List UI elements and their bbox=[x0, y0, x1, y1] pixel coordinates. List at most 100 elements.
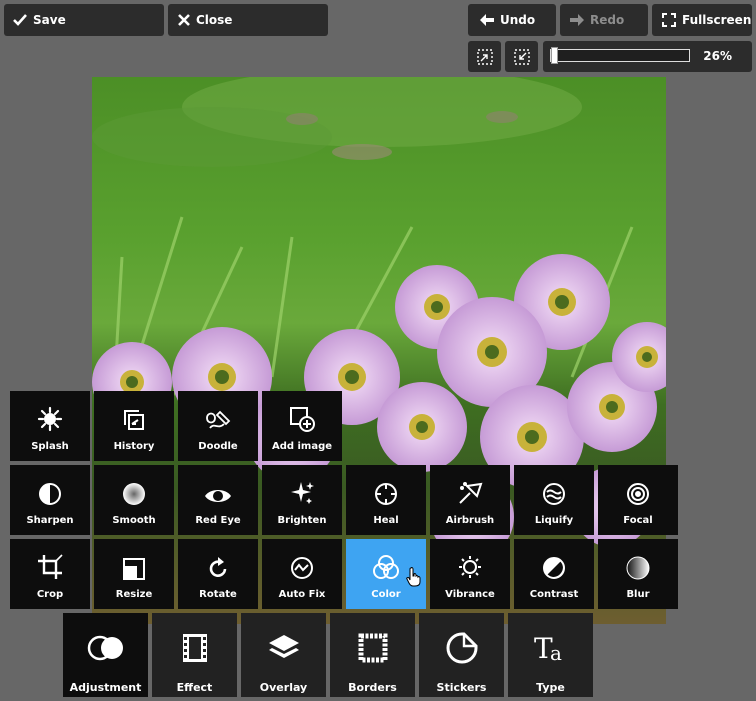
tool-label: Color bbox=[371, 589, 401, 600]
tab-label: Stickers bbox=[436, 681, 487, 694]
redo-button[interactable]: Redo bbox=[560, 4, 648, 36]
tab-stickers[interactable]: Stickers bbox=[419, 613, 504, 697]
tool-label: Sharpen bbox=[26, 515, 74, 526]
fullscreen-label: Fullscreen bbox=[682, 13, 752, 27]
color-icon bbox=[372, 544, 400, 580]
tab-effect[interactable]: Effect bbox=[152, 613, 237, 697]
tool-doodle[interactable]: Doodle bbox=[178, 391, 258, 461]
tool-label: Smooth bbox=[112, 515, 156, 526]
arrow-left-icon bbox=[480, 14, 494, 26]
doodle-icon bbox=[204, 396, 232, 432]
redo-label: Redo bbox=[590, 13, 625, 27]
actual-size-button[interactable] bbox=[505, 41, 538, 72]
close-button[interactable]: Close bbox=[168, 4, 328, 36]
tool-label: Red Eye bbox=[195, 515, 241, 526]
tool-label: Airbrush bbox=[445, 515, 495, 526]
tool-blur[interactable]: Blur bbox=[598, 539, 678, 609]
tool-liquify[interactable]: Liquify bbox=[514, 465, 594, 535]
tool-crop[interactable]: Crop bbox=[10, 539, 90, 609]
auto-fix-icon bbox=[290, 544, 314, 580]
tool-heal[interactable]: Heal bbox=[346, 465, 426, 535]
tool-resize[interactable]: Resize bbox=[94, 539, 174, 609]
tool-label: Crop bbox=[36, 589, 64, 600]
tab-label: Effect bbox=[176, 681, 213, 694]
add-image-icon bbox=[289, 396, 315, 432]
layers-icon bbox=[268, 628, 300, 668]
heal-icon bbox=[374, 470, 398, 506]
zoom-slider[interactable] bbox=[550, 47, 690, 64]
fullscreen-button[interactable]: Fullscreen bbox=[652, 4, 752, 36]
tool-splash[interactable]: Splash bbox=[10, 391, 90, 461]
brighten-icon bbox=[289, 470, 315, 506]
smooth-icon bbox=[122, 470, 146, 506]
svg-text:a: a bbox=[550, 641, 562, 664]
fullscreen-icon bbox=[662, 13, 676, 27]
tool-brighten[interactable]: Brighten bbox=[262, 465, 342, 535]
tab-label: Adjustment bbox=[69, 681, 142, 694]
tool-add-image[interactable]: Add image bbox=[262, 391, 342, 461]
arrow-right-icon bbox=[570, 14, 584, 26]
tool-vibrance[interactable]: Vibrance bbox=[430, 539, 510, 609]
tool-history[interactable]: History bbox=[94, 391, 174, 461]
close-icon bbox=[178, 14, 190, 26]
tool-label: Resize bbox=[115, 589, 153, 600]
tool-rotate[interactable]: Rotate bbox=[178, 539, 258, 609]
tab-type[interactable]: Ta Type bbox=[508, 613, 593, 697]
resize-icon bbox=[123, 544, 145, 580]
tool-sharpen[interactable]: Sharpen bbox=[10, 465, 90, 535]
tool-auto-fix[interactable]: Auto Fix bbox=[262, 539, 342, 609]
history-icon bbox=[122, 396, 146, 432]
focal-icon bbox=[626, 470, 650, 506]
save-label: Save bbox=[33, 13, 66, 27]
tab-label: Type bbox=[536, 681, 565, 694]
tool-red-eye[interactable]: Red Eye bbox=[178, 465, 258, 535]
tool-label: Brighten bbox=[277, 515, 327, 526]
frame-icon bbox=[358, 628, 388, 668]
tab-label: Overlay bbox=[259, 681, 308, 694]
tool-label: History bbox=[113, 441, 155, 452]
tab-borders[interactable]: Borders bbox=[330, 613, 415, 697]
tool-smooth[interactable]: Smooth bbox=[94, 465, 174, 535]
close-label: Close bbox=[196, 13, 233, 27]
blur-icon bbox=[626, 544, 650, 580]
airbrush-icon bbox=[457, 470, 483, 506]
hand-cursor-icon bbox=[406, 567, 422, 591]
contrast-icon bbox=[542, 544, 566, 580]
undo-button[interactable]: Undo bbox=[468, 4, 556, 36]
tool-airbrush[interactable]: Airbrush bbox=[430, 465, 510, 535]
fit-screen-icon bbox=[476, 48, 493, 65]
save-button[interactable]: Save bbox=[4, 4, 164, 36]
splash-icon bbox=[37, 396, 63, 432]
vibrance-icon bbox=[457, 544, 483, 580]
red-eye-icon bbox=[204, 470, 232, 506]
tool-color[interactable]: Color bbox=[346, 539, 426, 609]
crop-icon bbox=[37, 544, 63, 580]
undo-label: Undo bbox=[500, 13, 536, 27]
tab-adjustment[interactable]: Adjustment bbox=[63, 613, 148, 697]
fit-to-screen-button[interactable] bbox=[468, 41, 501, 72]
tool-label: Vibrance bbox=[445, 589, 495, 600]
rotate-icon bbox=[206, 544, 230, 580]
tool-label: Focal bbox=[623, 515, 653, 526]
film-icon bbox=[182, 628, 208, 668]
type-icon: Ta bbox=[534, 628, 568, 668]
tool-label: Contrast bbox=[529, 589, 579, 600]
tool-label: Rotate bbox=[199, 589, 237, 600]
tool-label: Heal bbox=[373, 515, 399, 526]
tool-label: Splash bbox=[31, 441, 69, 452]
actual-size-icon bbox=[513, 48, 530, 65]
sticker-icon bbox=[446, 628, 478, 668]
tab-overlay[interactable]: Overlay bbox=[241, 613, 326, 697]
tab-label: Borders bbox=[348, 681, 397, 694]
tool-contrast[interactable]: Contrast bbox=[514, 539, 594, 609]
zoom-percent: 26% bbox=[703, 49, 732, 63]
sharpen-icon bbox=[38, 470, 62, 506]
check-icon bbox=[13, 14, 27, 26]
tool-label: Doodle bbox=[198, 441, 238, 452]
tool-focal[interactable]: Focal bbox=[598, 465, 678, 535]
zoom-control: 26% bbox=[543, 41, 752, 72]
liquify-icon bbox=[542, 470, 566, 506]
zoom-slider-thumb[interactable] bbox=[551, 47, 558, 64]
tool-label: Add image bbox=[271, 441, 333, 452]
tool-label: Auto Fix bbox=[278, 589, 326, 600]
